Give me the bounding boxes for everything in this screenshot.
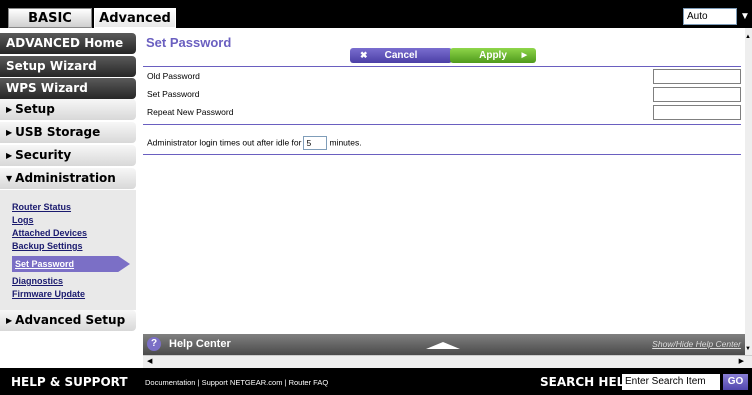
repeat-password-field[interactable] (653, 105, 741, 120)
old-password-field[interactable] (653, 69, 741, 84)
support-link[interactable]: Support NETGEAR.com (202, 378, 283, 387)
show-hide-help-link[interactable]: Show/Hide Help Center (652, 339, 741, 349)
cancel-label: Cancel (384, 50, 418, 61)
sidebar-item-label: Administration (15, 171, 116, 185)
chevron-down-icon[interactable]: ▼ (738, 8, 752, 25)
sidebar-item-wps-wizard[interactable]: WPS Wizard (0, 78, 136, 99)
expand-up-icon[interactable] (426, 342, 460, 349)
sidebar-item-label: USB Storage (15, 125, 101, 139)
timeout-suffix: minutes. (329, 137, 362, 148)
old-password-label: Old Password (147, 71, 200, 81)
sidebar-link-router-status[interactable]: Router Status (12, 202, 71, 212)
set-password-field[interactable] (653, 87, 741, 102)
chevron-right-icon: ▶ (6, 105, 13, 114)
tab-advanced[interactable]: Advanced (94, 8, 176, 28)
chevron-down-icon: ▼ (6, 174, 13, 183)
sidebar-item-setup-wizard[interactable]: Setup Wizard (0, 56, 136, 77)
scroll-down-icon[interactable]: ▼ (745, 346, 751, 352)
top-tab-bar: BASIC Advanced Auto ▼ (0, 0, 752, 28)
set-password-label: Set Password (147, 89, 200, 99)
chevron-right-icon: ▶ (6, 151, 13, 160)
sidebar-link-set-password[interactable]: Set Password (12, 256, 130, 272)
sidebar-item-label: Security (15, 148, 72, 162)
search-help-label: SEARCH HELP (540, 375, 634, 389)
sidebar-item-advanced-setup[interactable]: ▶ Advanced Setup (0, 310, 136, 331)
sidebar-link-attached-devices[interactable]: Attached Devices (12, 228, 87, 238)
sidebar-item-advanced-home[interactable]: ADVANCED Home (0, 33, 136, 54)
sidebar-link-firmware-update[interactable]: Firmware Update (12, 289, 85, 299)
footer-title: HELP & SUPPORT (11, 375, 128, 389)
chevron-right-icon: ▶ (6, 128, 13, 137)
help-center-bar[interactable]: ? Help Center Show/Hide Help Center (143, 334, 745, 355)
router-faq-link[interactable]: Router FAQ (289, 378, 329, 387)
repeat-password-label: Repeat New Password (147, 107, 234, 117)
divider (143, 154, 741, 155)
sidebar-link-logs[interactable]: Logs (12, 215, 34, 225)
help-icon: ? (147, 337, 161, 351)
tab-basic[interactable]: BASIC (8, 8, 92, 28)
language-select[interactable]: Auto (683, 8, 737, 25)
timeout-row: Administrator login times out after idle… (147, 136, 362, 150)
sidebar-item-setup[interactable]: ▶ Setup (0, 99, 136, 120)
sidebar-link-backup-settings[interactable]: Backup Settings (12, 241, 83, 251)
documentation-link[interactable]: Documentation (145, 378, 195, 387)
vertical-scrollbar[interactable]: ▲ ▼ (745, 28, 752, 368)
timeout-prefix: Administrator login times out after idle… (147, 137, 302, 148)
chevron-right-icon: ▶ (6, 316, 13, 325)
search-input[interactable]: Enter Search Item (622, 374, 720, 390)
horizontal-scrollbar[interactable]: ◀ ▶ (143, 355, 752, 368)
apply-button[interactable]: Apply ▶ (450, 48, 536, 63)
scroll-left-icon[interactable]: ◀ (147, 357, 152, 365)
apply-label: Apply (479, 50, 507, 61)
sidebar: ADVANCED Home Setup Wizard WPS Wizard ▶ S… (0, 28, 143, 368)
divider (143, 124, 741, 125)
scroll-up-icon[interactable]: ▲ (745, 34, 751, 40)
sidebar-item-label: Setup (15, 102, 55, 116)
divider (143, 66, 741, 67)
cancel-button[interactable]: ✖ Cancel (350, 48, 452, 63)
main-content: Set Password ✖ Cancel Apply ▶ Old Passwo… (143, 28, 745, 334)
footer: HELP & SUPPORT Documentation | Support N… (0, 368, 752, 395)
sidebar-item-security[interactable]: ▶ Security (0, 145, 136, 166)
page-title: Set Password (146, 35, 232, 50)
timeout-minutes-field[interactable]: 5 (303, 136, 328, 150)
go-button[interactable]: GO (723, 374, 748, 390)
footer-links: Documentation | Support NETGEAR.com | Ro… (145, 378, 329, 387)
help-center-title: Help Center (169, 338, 231, 350)
scroll-right-icon[interactable]: ▶ (739, 357, 744, 365)
sidebar-item-usb-storage[interactable]: ▶ USB Storage (0, 122, 136, 143)
sidebar-item-label: Advanced Setup (15, 313, 126, 327)
sidebar-item-administration[interactable]: ▼ Administration (0, 168, 136, 189)
close-icon: ✖ (360, 50, 368, 60)
arrow-right-icon: ▶ (521, 52, 527, 59)
sidebar-link-diagnostics[interactable]: Diagnostics (12, 276, 63, 286)
